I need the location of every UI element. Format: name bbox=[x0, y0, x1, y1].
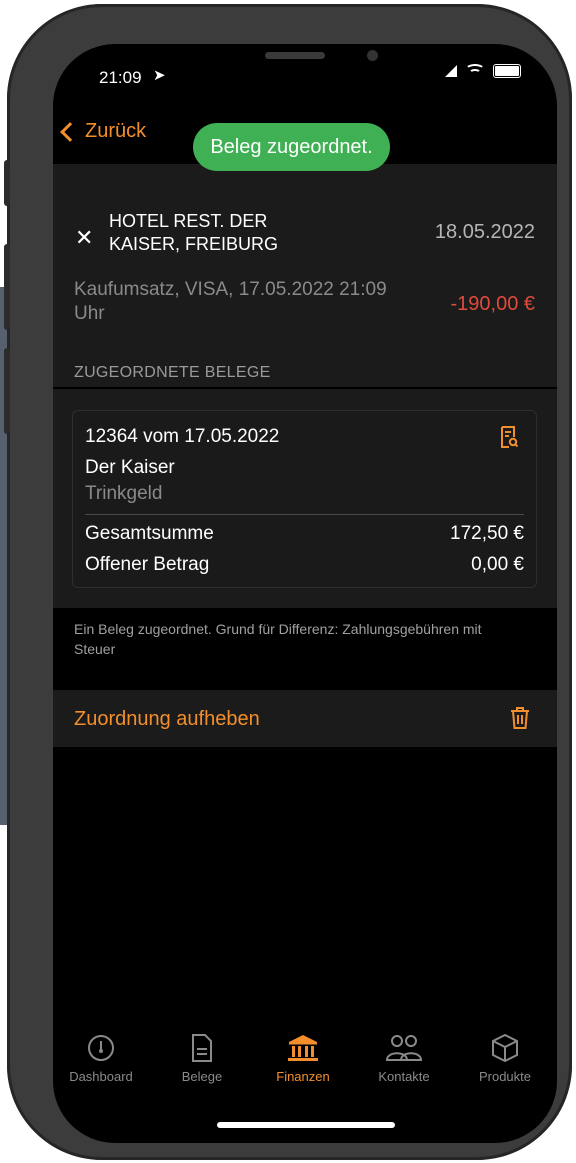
location-icon: ➤ bbox=[153, 67, 166, 84]
tab-finanzen[interactable]: Finanzen bbox=[253, 1029, 353, 1084]
receipt-card[interactable]: 12364 vom 17.05.2022 Der Kaiser Trinkgel… bbox=[72, 410, 537, 588]
toast-message: Beleg zugeordnet. bbox=[193, 123, 390, 171]
speaker bbox=[265, 52, 325, 59]
box-icon bbox=[455, 1029, 555, 1063]
open-amount-value: 0,00 € bbox=[471, 554, 524, 575]
tab-bar: Dashboard Belege Finanzen Kontakte Produ… bbox=[53, 1029, 557, 1099]
speedometer-icon bbox=[53, 1029, 151, 1063]
receipt-note: Trinkgeld bbox=[85, 483, 163, 504]
document-icon bbox=[152, 1029, 252, 1063]
tab-label: Dashboard bbox=[69, 1069, 133, 1084]
merchant-name: HOTEL REST. DER KAISER, FREIBURG bbox=[109, 211, 279, 254]
tab-label: Belege bbox=[181, 1069, 223, 1084]
battery-icon bbox=[493, 64, 521, 78]
open-amount-label: Offener Betrag bbox=[85, 554, 210, 575]
unassign-button[interactable]: Zuordnung aufheben bbox=[74, 708, 260, 731]
bank-icon bbox=[253, 1029, 353, 1063]
people-icon bbox=[354, 1029, 454, 1063]
tab-label: Finanzen bbox=[276, 1069, 330, 1084]
assignment-note: Ein Beleg zugeordnet. Grund für Differen… bbox=[74, 621, 482, 657]
screen: 21:09 ➤ Zurück Beleg zugeordnet. ✕ HOTEL… bbox=[53, 44, 557, 1143]
unassign-row[interactable]: Zuordnung aufheben bbox=[53, 690, 557, 747]
total-value: 172,50 € bbox=[450, 523, 524, 544]
receipt-search-icon[interactable] bbox=[500, 425, 519, 454]
signal-icon bbox=[445, 65, 457, 77]
tab-label: Kontakte bbox=[378, 1069, 430, 1084]
phone-frame: 21:09 ➤ Zurück Beleg zugeordnet. ✕ HOTEL… bbox=[4, 4, 572, 1160]
receipt-title: 12364 vom 17.05.2022 bbox=[85, 426, 280, 447]
total-row: Gesamtsumme 172,50 € bbox=[85, 523, 524, 545]
back-button[interactable]: Zurück bbox=[60, 120, 147, 143]
close-icon[interactable]: ✕ bbox=[75, 225, 93, 251]
transaction-description: Kaufumsatz, VISA, 17.05.2022 21:09 Uhr bbox=[74, 279, 387, 324]
open-amount-row: Offener Betrag 0,00 € bbox=[85, 554, 524, 576]
tab-label: Produkte bbox=[478, 1069, 532, 1084]
home-indicator[interactable] bbox=[217, 1122, 395, 1128]
tab-dashboard[interactable]: Dashboard bbox=[53, 1029, 151, 1084]
transaction-panel bbox=[53, 164, 557, 387]
transaction-amount: -190,00 € bbox=[450, 293, 535, 315]
divider bbox=[85, 514, 524, 515]
tab-produkte[interactable]: Produkte bbox=[455, 1029, 555, 1084]
section-header: ZUGEORDNETE BELEGE bbox=[74, 364, 271, 381]
receipt-vendor: Der Kaiser bbox=[85, 457, 175, 478]
status-icons bbox=[445, 64, 521, 78]
trash-icon[interactable] bbox=[510, 706, 530, 735]
total-label: Gesamtsumme bbox=[85, 523, 214, 544]
chevron-left-icon bbox=[60, 121, 80, 142]
notch bbox=[161, 44, 427, 84]
mute-switch bbox=[4, 160, 10, 206]
tab-kontakte[interactable]: Kontakte bbox=[354, 1029, 454, 1084]
back-label: Zurück bbox=[85, 120, 147, 142]
volume-down-button bbox=[4, 348, 10, 434]
volume-up-button bbox=[4, 244, 10, 330]
camera bbox=[367, 50, 378, 61]
status-time: 21:09 bbox=[99, 68, 142, 87]
wifi-icon bbox=[465, 64, 485, 78]
tab-belege[interactable]: Belege bbox=[152, 1029, 252, 1084]
transaction-date: 18.05.2022 bbox=[434, 221, 535, 243]
